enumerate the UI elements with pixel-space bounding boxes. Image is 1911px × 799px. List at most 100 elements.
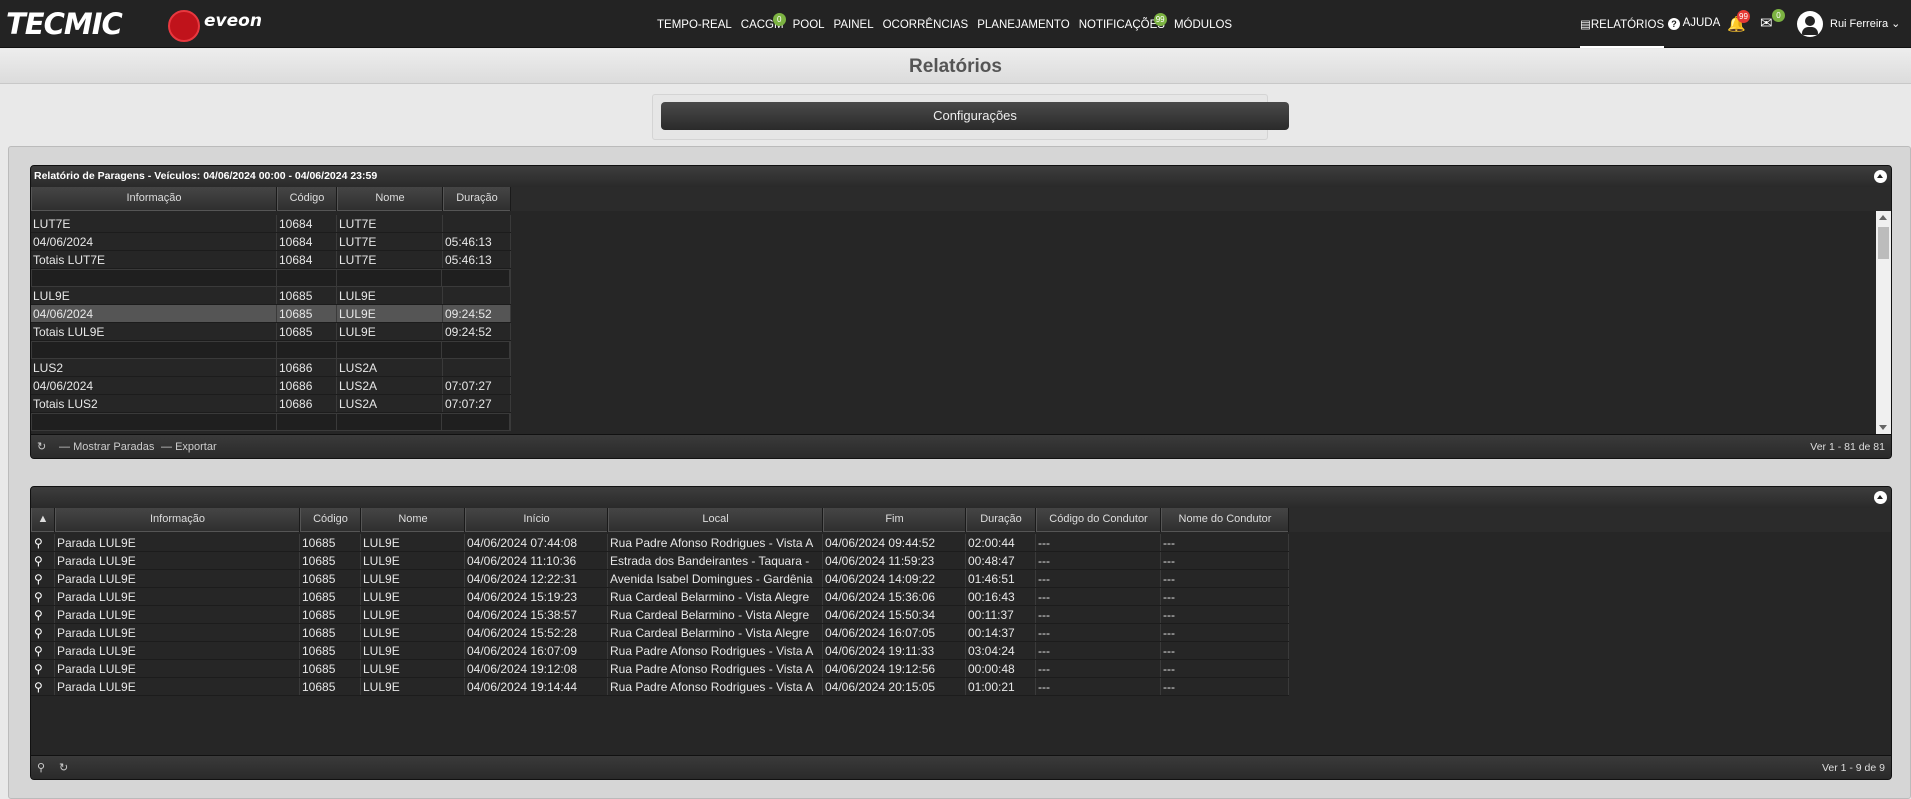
table-row[interactable]: ⚲ Parada LUL9E 10685 LUL9E 04/06/2024 15:19:… (31, 588, 1289, 606)
table-cell: 00:16:43 (966, 588, 1036, 605)
table-row[interactable]: 04/06/2024 10686 LUS2A 07:07:27 (31, 377, 511, 395)
eveon-logo[interactable]: eveon (204, 12, 262, 30)
col-codigo[interactable]: Código (300, 508, 361, 532)
table-row[interactable]: ⚲ Parada LUL9E 10685 LUL9E 04/06/2024 15:52:… (31, 624, 1289, 642)
notificacoes-badge: 99 (1153, 13, 1167, 26)
col-nome[interactable]: Nome (361, 508, 465, 532)
magnifier-icon[interactable]: ⚲ (31, 534, 55, 551)
col-informacao[interactable]: Informação (31, 187, 277, 211)
table-cell: 04/06/2024 16:07:05 (823, 624, 966, 641)
eveon-eye-icon (168, 10, 200, 42)
group-separator[interactable] (31, 413, 511, 431)
scroll-thumb[interactable] (1878, 227, 1889, 259)
scroll-down-icon[interactable] (1879, 425, 1887, 430)
bell-icon[interactable]: 🔔 99 (1727, 10, 1750, 33)
col-duracao[interactable]: Duração (443, 187, 511, 211)
table-cell: Rua Padre Afonso Rodrigues - Vista A (608, 678, 823, 695)
table-cell: 00:00:48 (966, 660, 1036, 677)
col-nome[interactable]: Nome (337, 187, 443, 211)
relatorios-tab[interactable]: ▤RELATÓRIOS (1580, 0, 1665, 48)
table-row[interactable]: Totais LUT7E 10684 LUT7E 05:46:13 (31, 251, 511, 269)
magnifier-icon[interactable]: ⚲ (31, 552, 55, 569)
scroll-up-icon[interactable] (1879, 215, 1887, 220)
ajuda-link[interactable]: ? AJUDA (1668, 17, 1720, 30)
table-cell: 10685 (277, 305, 337, 322)
magnifier-icon[interactable]: ⚲ (31, 606, 55, 623)
nav-ocorrencias[interactable]: OCORRÊNCIAS (883, 19, 969, 31)
col-nome-condutor[interactable]: Nome do Condutor (1161, 508, 1289, 532)
col-informacao[interactable]: Informação (55, 508, 300, 532)
col-codigo[interactable]: Código (277, 187, 337, 211)
table-cell: 07:07:27 (443, 377, 511, 394)
table-cell: Rua Cardeal Belarmino - Vista Alegre (608, 606, 823, 623)
table-cell (442, 414, 510, 430)
col-fim[interactable]: Fim (823, 508, 966, 532)
table-row[interactable]: ⚲ Parada LUL9E 10685 LUL9E 04/06/2024 12:22:… (31, 570, 1289, 588)
table-row[interactable]: 04/06/2024 10685 LUL9E 09:24:52 (31, 305, 511, 323)
table-cell (32, 342, 277, 358)
table-cell: LUT7E (31, 215, 277, 232)
table-row[interactable]: ⚲ Parada LUL9E 10685 LUL9E 04/06/2024 19:14:… (31, 678, 1289, 696)
table-row[interactable]: Totais LUL9E 10685 LUL9E 09:24:52 (31, 323, 511, 341)
nav-modulos[interactable]: MÓDULOS (1174, 19, 1232, 31)
table-cell: LUL9E (361, 552, 465, 569)
magnifier-icon[interactable]: ⚲ (31, 624, 55, 641)
col-local[interactable]: Local (608, 508, 823, 532)
magnifier-icon[interactable]: ⚲ (31, 678, 55, 695)
table-row[interactable]: ⚲ Parada LUL9E 10685 LUL9E 04/06/2024 16:07:… (31, 642, 1289, 660)
table-cell: --- (1036, 678, 1161, 695)
tecmic-logo[interactable]: TECMIC (6, 10, 123, 39)
table-row[interactable]: ⚲ Parada LUL9E 10685 LUL9E 04/06/2024 19:12:… (31, 660, 1289, 678)
user-avatar[interactable] (1797, 11, 1823, 37)
col-duracao[interactable]: Duração (966, 508, 1036, 532)
table-cell: 04/06/2024 11:59:23 (823, 552, 966, 569)
group-separator[interactable] (31, 269, 511, 287)
table-cell: 00:14:37 (966, 624, 1036, 641)
table-row[interactable]: ⚲ Parada LUL9E 10685 LUL9E 04/06/2024 07:44:… (31, 534, 1289, 552)
table-cell: 04/06/2024 19:11:33 (823, 642, 966, 659)
nav-notificacoes[interactable]: NOTIFICAÇÕES 99 (1079, 13, 1167, 31)
mail-icon[interactable]: ✉ 0 (1760, 9, 1785, 32)
nav-planejamento[interactable]: PLANEJAMENTO (977, 19, 1069, 31)
refresh-icon[interactable]: ↻ (37, 435, 46, 458)
export-button[interactable]: — Exportar (161, 435, 217, 458)
table-row[interactable]: Totais LUS2 10686 LUS2A 07:07:27 (31, 395, 511, 413)
pager-info: Ver 1 - 81 de 81 (1810, 441, 1885, 453)
user-name: Rui Ferreira (1830, 18, 1889, 30)
table-cell: 05:46:13 (443, 233, 511, 250)
nav-cacgm[interactable]: CACGM 0 (741, 13, 786, 31)
show-stops-button[interactable]: — Mostrar Paradas (59, 435, 154, 458)
search-icon[interactable]: ⚲ (37, 756, 45, 779)
table-row[interactable]: LUL9E 10685 LUL9E (31, 287, 511, 305)
collapse-icon[interactable] (1874, 491, 1887, 504)
table-row[interactable]: ⚲ Parada LUL9E 10685 LUL9E 04/06/2024 11:10:… (31, 552, 1289, 570)
table-cell: LUL9E (31, 287, 277, 304)
table-cell: LUL9E (361, 570, 465, 587)
table-row[interactable]: LUT7E 10684 LUT7E (31, 215, 511, 233)
table-cell: LUL9E (337, 287, 443, 304)
user-menu[interactable]: Rui Ferreira ⌄ (1830, 17, 1900, 30)
table-row[interactable]: LUS2 10686 LUS2A (31, 359, 511, 377)
magnifier-icon[interactable]: ⚲ (31, 588, 55, 605)
col-codigo-condutor[interactable]: Código do Condutor (1036, 508, 1161, 532)
magnifier-icon[interactable]: ⚲ (31, 642, 55, 659)
col-inicio[interactable]: Início (465, 508, 608, 532)
config-container: Configurações (652, 94, 1289, 140)
configuracoes-button[interactable]: Configurações (661, 102, 1289, 130)
table-row[interactable]: ⚲ Parada LUL9E 10685 LUL9E 04/06/2024 15:38:… (31, 606, 1289, 624)
table-row[interactable]: 04/06/2024 10684 LUT7E 05:46:13 (31, 233, 511, 251)
table-cell: 05:46:13 (443, 251, 511, 268)
vertical-scrollbar[interactable] (1876, 211, 1891, 434)
table-body: ⚲ Parada LUL9E 10685 LUL9E 04/06/2024 07:44:… (31, 532, 1891, 757)
nav-painel[interactable]: PAINEL (834, 19, 874, 31)
magnifier-icon[interactable]: ⚲ (31, 570, 55, 587)
table-cell: LUS2 (31, 359, 277, 376)
collapse-icon[interactable] (1874, 170, 1887, 183)
group-separator[interactable] (31, 341, 511, 359)
sort-icon[interactable]: ▲ (31, 508, 55, 532)
nav-tempo-real[interactable]: TEMPO-REAL (657, 19, 732, 31)
magnifier-icon[interactable]: ⚲ (31, 660, 55, 677)
refresh-icon[interactable]: ↻ (59, 756, 68, 779)
nav-pool[interactable]: POOL (793, 19, 825, 31)
table-cell: 10685 (277, 287, 337, 304)
